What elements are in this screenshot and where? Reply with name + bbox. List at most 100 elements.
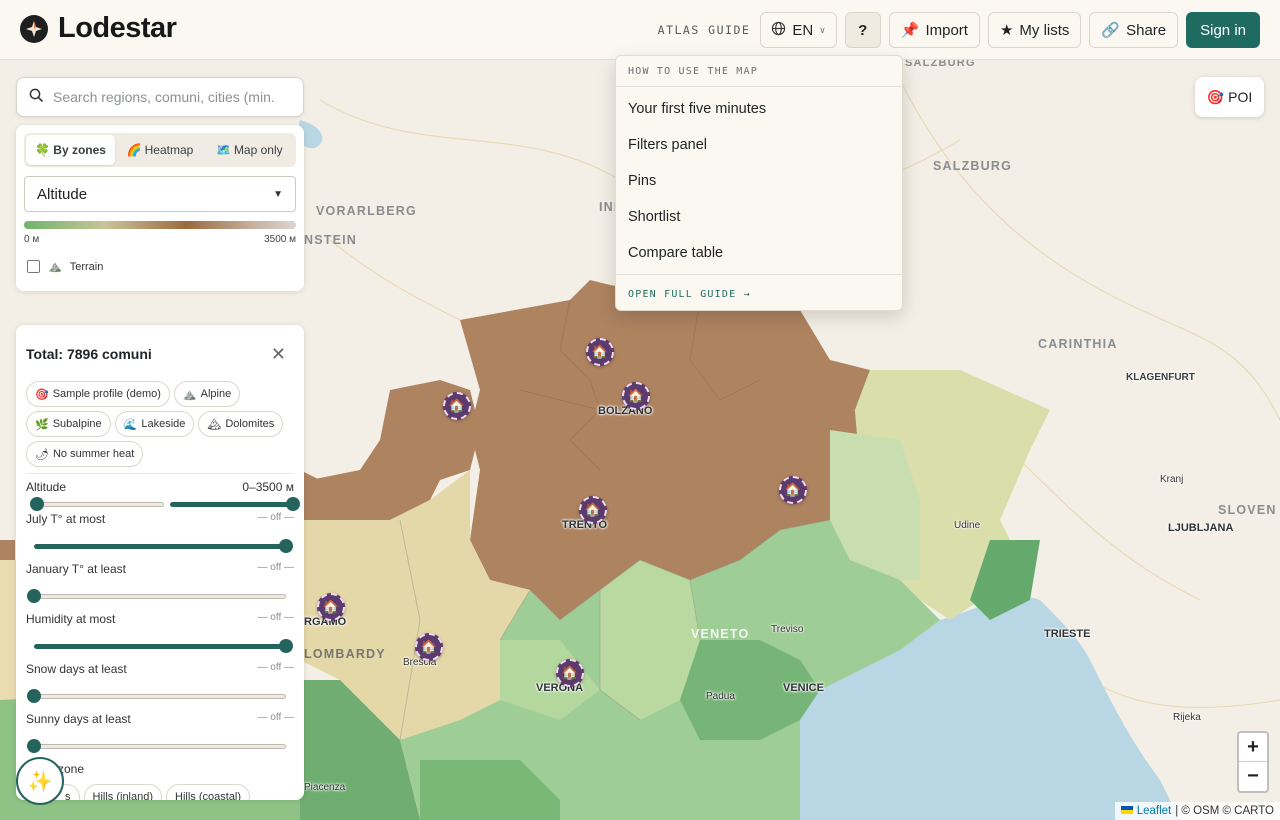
star-icon: ★ xyxy=(999,22,1014,39)
guide-item-filters-panel[interactable]: Filters panel xyxy=(616,127,902,163)
chip-lakeside[interactable]: 🌊 Lakeside xyxy=(114,411,195,437)
map-pin[interactable]: 🏠 xyxy=(556,659,584,687)
mode-by-zones[interactable]: 🍀 By zones xyxy=(26,135,116,165)
chip-sample-profile[interactable]: 🎯 Sample profile (demo) xyxy=(26,381,170,407)
region-label-veneto: VENETO xyxy=(691,627,750,641)
pushpin-icon: 📌 xyxy=(900,22,920,39)
slider-track[interactable] xyxy=(34,744,286,749)
region-label-carinthia: CARINTHIA xyxy=(1038,337,1118,351)
slider-handle[interactable] xyxy=(27,739,41,753)
search-icon xyxy=(29,88,43,107)
chip-subalpine[interactable]: 🌿 Subalpine xyxy=(26,411,111,437)
total-count: Total: 7896 comuni xyxy=(26,346,152,362)
city-label-kranj: Kranj xyxy=(1160,474,1184,485)
slider-handle[interactable] xyxy=(27,689,41,703)
zone-chip[interactable]: Hills (inland) xyxy=(83,784,163,800)
rainbow-icon: 🌈 xyxy=(126,143,142,157)
city-label-trieste: TRIESTE xyxy=(1044,628,1091,640)
filter-header: Total: 7896 comuni ✕ xyxy=(16,325,304,363)
map-pin[interactable]: 🏠 xyxy=(622,382,650,410)
guide-dropdown: HOW TO USE THE MAP Your first five minut… xyxy=(615,55,903,311)
slider-label-row: Altitude 0–3500 м xyxy=(26,474,294,494)
city-label-rijeka: Rijeka xyxy=(1173,712,1201,723)
zoom-out-button[interactable]: − xyxy=(1239,762,1267,791)
poi-button[interactable]: 🎯 POI xyxy=(1195,77,1264,117)
sparkles-icon: ✨ xyxy=(27,770,53,793)
slider-label: Snow days at least xyxy=(26,662,127,676)
slider-label-row: Sunny days at least — off — xyxy=(26,706,294,726)
slider-track[interactable] xyxy=(34,544,286,549)
map-pin[interactable]: 🏠 xyxy=(415,633,443,661)
guide-item-first-five-minutes[interactable]: Your first five minutes xyxy=(616,91,902,127)
chip-dolomites[interactable]: 🏔 Dolomites xyxy=(198,411,284,437)
slider-handle[interactable] xyxy=(27,589,41,603)
compass-star-icon xyxy=(20,14,48,43)
city-label-padua: Padua xyxy=(706,691,735,702)
region-label-salzburg: SALZBURG xyxy=(933,159,1013,173)
help-button[interactable]: ? xyxy=(844,12,881,48)
house-icon: 🏠 xyxy=(591,344,609,359)
open-full-guide-link[interactable]: OPEN FULL GUIDE → xyxy=(616,275,902,314)
chip-alpine[interactable]: ⛰️ Alpine xyxy=(173,381,241,407)
guide-item-shortlist[interactable]: Shortlist xyxy=(616,199,902,235)
slider-value: — off — xyxy=(257,612,295,623)
map-pin[interactable]: 🏠 xyxy=(579,496,607,524)
layer-panel: 🍀 By zones 🌈 Heatmap 🗺️ Map only Altitude ▼… xyxy=(16,125,304,291)
map-pin[interactable]: 🏠 xyxy=(317,593,345,621)
slider-handle[interactable] xyxy=(279,539,293,553)
house-icon: 🏠 xyxy=(627,388,645,403)
leaflet-link[interactable]: Leaflet xyxy=(1137,805,1172,817)
top-bar: Lodestar ATLAS GUIDE EN ∨ ? 📌 Import ★ M… xyxy=(0,0,1280,60)
zoom-in-button[interactable]: + xyxy=(1239,733,1267,762)
city-label-udine: Udine xyxy=(954,520,981,531)
my-lists-button[interactable]: ★ My lists xyxy=(987,12,1082,48)
map-pin[interactable]: 🏠 xyxy=(586,338,614,366)
terrain-checkbox[interactable] xyxy=(27,260,40,273)
close-icon[interactable]: ✕ xyxy=(271,345,286,363)
wave-icon: 🌊 xyxy=(123,418,138,431)
ukraine-flag-icon xyxy=(1120,805,1133,817)
zone-chip[interactable]: Hills (coastal) xyxy=(166,784,251,800)
guide-item-pins[interactable]: Pins xyxy=(616,163,902,199)
chip-label: Lakeside xyxy=(141,418,186,430)
atlas-guide-link[interactable]: ATLAS GUIDE xyxy=(658,23,751,37)
sign-in-button[interactable]: Sign in xyxy=(1186,12,1260,48)
language-select[interactable]: EN ∨ xyxy=(760,12,837,48)
slider-track[interactable] xyxy=(34,694,286,699)
house-icon: 🏠 xyxy=(420,639,438,654)
house-icon: 🏠 xyxy=(584,502,602,517)
import-button[interactable]: 📌 Import xyxy=(888,12,980,48)
brand[interactable]: Lodestar xyxy=(20,12,177,45)
terrain-toggle[interactable]: ⛰️ Terrain xyxy=(24,260,296,273)
slider-label-row: Snow days at least — off — xyxy=(26,656,294,676)
view-mode-toggle: 🍀 By zones 🌈 Heatmap 🗺️ Map only xyxy=(24,133,296,167)
slider-value: — off — xyxy=(257,712,295,723)
globe-icon xyxy=(771,21,786,40)
map-pin[interactable]: 🏠 xyxy=(443,392,471,420)
metric-select[interactable]: Altitude ▼ xyxy=(24,176,296,212)
chip-no-summer-heat[interactable]: 🌶 No summer heat xyxy=(26,441,144,467)
share-button[interactable]: 🔗 Share xyxy=(1089,12,1179,48)
mode-heatmap[interactable]: 🌈 Heatmap xyxy=(115,135,204,165)
caret-down-icon: ▼ xyxy=(273,188,283,200)
color-ramp xyxy=(24,221,296,229)
guide-items: Your first five minutes Filters panel Pi… xyxy=(616,87,902,275)
region-label-lombardy: LOMBARDY xyxy=(304,647,386,661)
house-icon: 🏠 xyxy=(448,398,466,413)
map-pin[interactable]: 🏠 xyxy=(779,476,807,504)
house-icon: 🏠 xyxy=(784,482,802,497)
map-attribution: Leaflet | © OSM © CARTO xyxy=(1114,802,1280,820)
sparkles-button[interactable]: ✨ xyxy=(16,757,64,805)
slider-list: Altitude 0–3500 м July T° at most — off — Ja… xyxy=(16,474,304,756)
slider-label-row: January T° at least — off — xyxy=(26,556,294,576)
mode-label: Map only xyxy=(233,143,283,157)
slider-handle[interactable] xyxy=(279,639,293,653)
mode-label: By zones xyxy=(53,143,106,157)
city-label-treviso: Treviso xyxy=(771,624,804,635)
slider-track[interactable] xyxy=(34,594,286,599)
my-lists-label: My lists xyxy=(1019,21,1070,39)
search-input[interactable] xyxy=(53,89,291,105)
slider-track[interactable] xyxy=(34,644,286,649)
mode-map-only[interactable]: 🗺️ Map only xyxy=(205,135,294,165)
guide-item-compare-table[interactable]: Compare table xyxy=(616,235,902,271)
